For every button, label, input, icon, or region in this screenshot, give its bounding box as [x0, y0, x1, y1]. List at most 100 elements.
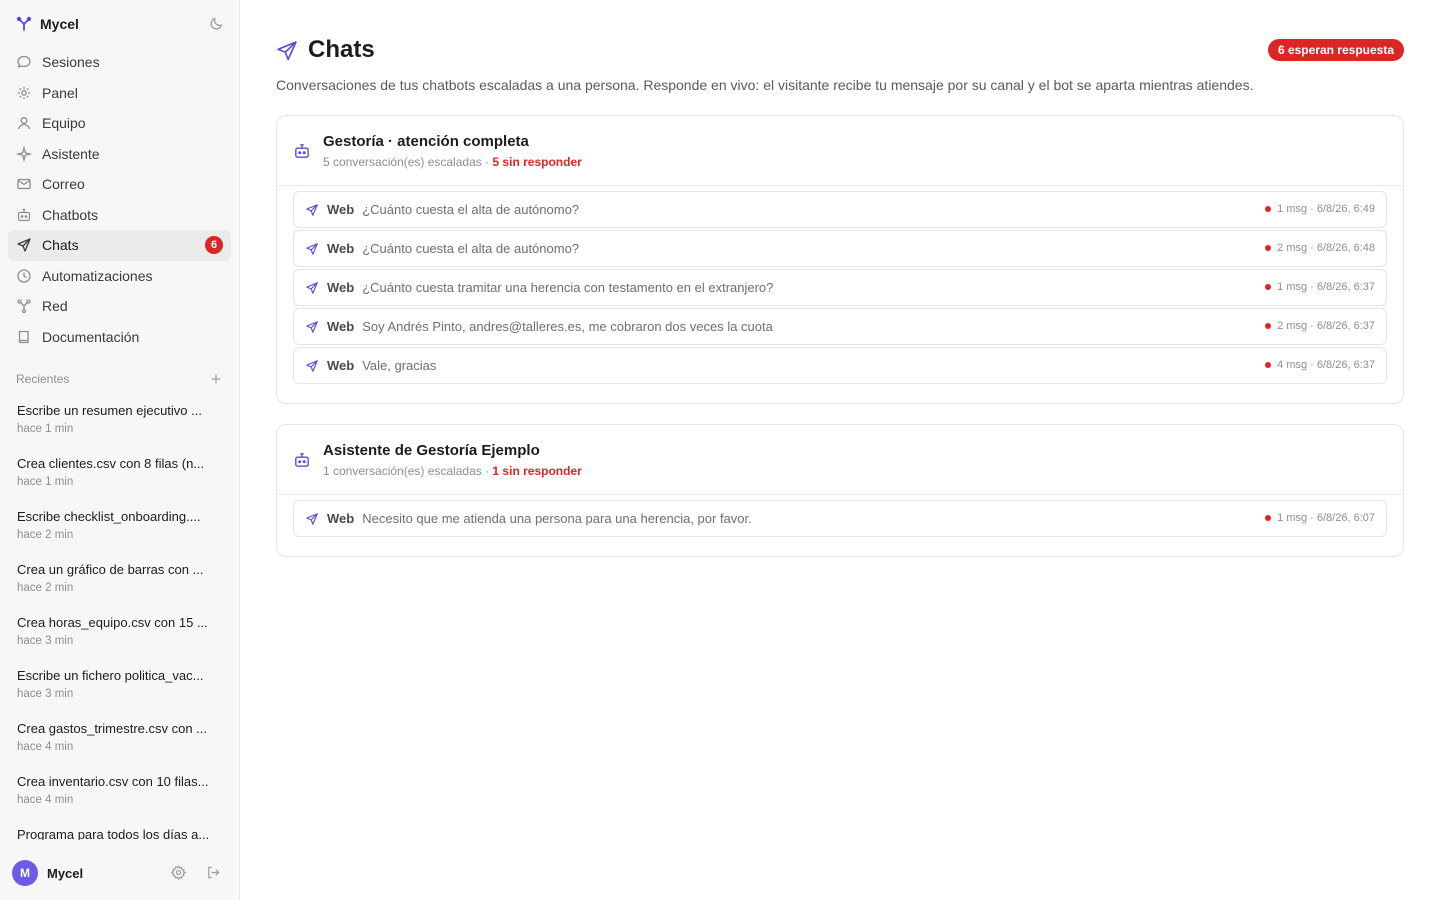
plus-icon[interactable]	[210, 373, 222, 385]
chatbot-name: Asistente de Gestoría Ejemplo	[323, 441, 540, 459]
conversation-preview: ¿Cuánto cuesta el alta de autónomo?	[362, 202, 580, 217]
avatar[interactable]: M	[12, 860, 38, 886]
page-header: Chats 6 esperan respuesta	[276, 34, 1404, 66]
user-icon	[16, 115, 32, 131]
recent-item-time: hace 3 min	[17, 635, 74, 647]
conversation-meta: 1 msg · 6/8/26, 6:37	[1265, 281, 1375, 293]
chatbot-group-header: Asistente de Gestoría Ejemplo 1 conversa…	[277, 425, 1403, 495]
recent-item[interactable]: Crea gastos_trimestre.csv con ... hace 4…	[17, 720, 217, 773]
conversation-row[interactable]: Web Vale, gracias 4 msg · 6/8/26, 6:37	[293, 347, 1387, 384]
recent-item[interactable]: Crea clientes.csv con 8 filas (n... hace…	[17, 455, 217, 508]
conversation-meta-text: 1 msg · 6/8/26, 6:07	[1277, 512, 1375, 524]
sidebar-item-panel[interactable]: Panel	[8, 78, 231, 109]
recent-item-text: Crea horas_equipo.csv con 15 ...	[17, 615, 208, 630]
main-content: Chats 6 esperan respuesta Conversaciones…	[276, 34, 1404, 557]
moon-icon[interactable]	[210, 16, 226, 32]
conversation-row[interactable]: Web ¿Cuánto cuesta el alta de autónomo? …	[293, 230, 1387, 267]
recent-item-time: hace 4 min	[17, 741, 74, 753]
chatbot-meta: 5 conversación(es) escaladas · 5 sin res…	[323, 154, 582, 170]
settings-gear-icon[interactable]	[171, 865, 187, 881]
sidebar-item-chats[interactable]: Chats 6	[8, 230, 231, 261]
sidebar: Mycel Sesiones Panel Equipo Asistente Co…	[0, 0, 240, 900]
conversation-meta: 4 msg · 6/8/26, 6:37	[1265, 359, 1375, 371]
recent-item-time: hace 1 min	[17, 476, 74, 488]
unanswered-count: 5 sin responder	[492, 154, 582, 169]
recent-item[interactable]: Escribe un fichero politica_vac... hace …	[17, 667, 217, 720]
page-subtitle: Conversaciones de tus chatbots escaladas…	[276, 77, 1254, 93]
sidebar-item-documentacion[interactable]: Documentación	[8, 322, 231, 353]
sidebar-item-correo[interactable]: Correo	[8, 169, 231, 200]
conversation-row[interactable]: Web ¿Cuánto cuesta tramitar una herencia…	[293, 269, 1387, 306]
recent-item[interactable]: Crea horas_equipo.csv con 15 ... hace 3 …	[17, 614, 217, 667]
conversation-preview: Soy Andrés Pinto, andres@talleres.es, me…	[362, 319, 773, 334]
recent-item[interactable]: Crea un gráfico de barras con ... hace 2…	[17, 561, 217, 614]
recent-item[interactable]: Programa para todos los días a...	[17, 826, 217, 840]
conversation-list: Web Necesito que me atienda una persona …	[277, 495, 1403, 537]
recent-item-text: Crea un gráfico de barras con ...	[17, 562, 204, 577]
logout-icon[interactable]	[206, 865, 222, 881]
brand[interactable]: Mycel	[16, 14, 226, 34]
send-icon	[305, 512, 319, 526]
unread-dot	[1265, 515, 1272, 521]
conversation-row[interactable]: Web Soy Andrés Pinto, andres@talleres.es…	[293, 308, 1387, 345]
recent-item-text: Crea inventario.csv con 10 filas...	[17, 774, 209, 789]
send-icon	[305, 203, 319, 217]
recents-title: Recientes	[16, 372, 70, 386]
recent-item-text: Programa para todos los días a...	[17, 827, 210, 840]
recents-list: Escribe un resumen ejecutivo ... hace 1 …	[17, 402, 217, 840]
bot-icon	[293, 451, 311, 469]
sidebar-item-automatizaciones[interactable]: Automatizaciones	[8, 261, 231, 292]
chat-bubble-icon	[16, 54, 32, 70]
recent-item-text: Escribe un resumen ejecutivo ...	[17, 403, 202, 418]
unanswered-count: 1 sin responder	[492, 463, 582, 478]
sidebar-item-label: Correo	[42, 176, 85, 193]
send-icon	[276, 40, 298, 62]
sidebar-item-equipo[interactable]: Equipo	[8, 108, 231, 139]
mail-icon	[16, 176, 32, 192]
user-actions	[171, 865, 222, 881]
gear-icon	[16, 85, 32, 101]
bot-icon	[16, 207, 32, 223]
conversation-meta: 1 msg · 6/8/26, 6:49	[1265, 203, 1375, 215]
recent-item[interactable]: Escribe un resumen ejecutivo ... hace 1 …	[17, 402, 217, 455]
conversation-channel: Web	[327, 241, 355, 256]
recent-item-time: hace 4 min	[17, 794, 74, 806]
sidebar-item-chatbots[interactable]: Chatbots	[8, 200, 231, 231]
recent-item[interactable]: Escribe checklist_onboarding.... hace 2 …	[17, 508, 217, 561]
conversation-list: Web ¿Cuánto cuesta el alta de autónomo? …	[277, 186, 1403, 384]
sidebar-item-label: Panel	[42, 84, 78, 101]
sidebar-item-label: Red	[42, 298, 68, 315]
conversation-channel: Web	[327, 319, 355, 334]
chatbot-meta: 1 conversación(es) escaladas · 1 sin res…	[323, 463, 582, 479]
chatbot-group-info: Gestoría · atención completa 5 conversac…	[323, 132, 582, 170]
sidebar-item-label: Sesiones	[42, 54, 100, 71]
conversation-preview: ¿Cuánto cuesta el alta de autónomo?	[362, 241, 580, 256]
unread-dot	[1265, 245, 1272, 251]
conversation-meta-text: 2 msg · 6/8/26, 6:37	[1277, 320, 1375, 332]
page-title: Chats	[308, 36, 375, 63]
recent-item-text: Escribe checklist_onboarding....	[17, 509, 201, 524]
conversation-meta: 1 msg · 6/8/26, 6:07	[1265, 512, 1375, 524]
conversation-preview: Necesito que me atienda una persona para…	[362, 511, 752, 526]
chats-count-badge: 6	[205, 236, 223, 254]
bot-icon	[293, 142, 311, 160]
user-bar: M Mycel	[12, 860, 226, 886]
sparkle-icon	[16, 145, 32, 162]
recent-item[interactable]: Crea inventario.csv con 10 filas... hace…	[17, 773, 217, 826]
recent-item-time: hace 3 min	[17, 688, 74, 700]
unread-dot	[1265, 284, 1272, 290]
sidebar-item-sesiones[interactable]: Sesiones	[8, 47, 231, 78]
sidebar-item-label: Chats	[42, 237, 79, 254]
mycel-logo-icon	[16, 16, 32, 32]
send-icon	[305, 359, 319, 373]
recent-item-time: hace 2 min	[17, 582, 74, 594]
unread-dot	[1265, 206, 1272, 212]
chatbot-group-card: Asistente de Gestoría Ejemplo 1 conversa…	[276, 424, 1404, 557]
recent-item-text: Crea gastos_trimestre.csv con ...	[17, 721, 208, 736]
sidebar-item-red[interactable]: Red	[8, 291, 231, 322]
sidebar-item-asistente[interactable]: Asistente	[8, 139, 231, 170]
conversation-channel: Web	[327, 280, 355, 295]
conversation-row[interactable]: Web ¿Cuánto cuesta el alta de autónomo? …	[293, 191, 1387, 228]
conversation-row[interactable]: Web Necesito que me atienda una persona …	[293, 500, 1387, 537]
send-icon	[16, 237, 32, 253]
